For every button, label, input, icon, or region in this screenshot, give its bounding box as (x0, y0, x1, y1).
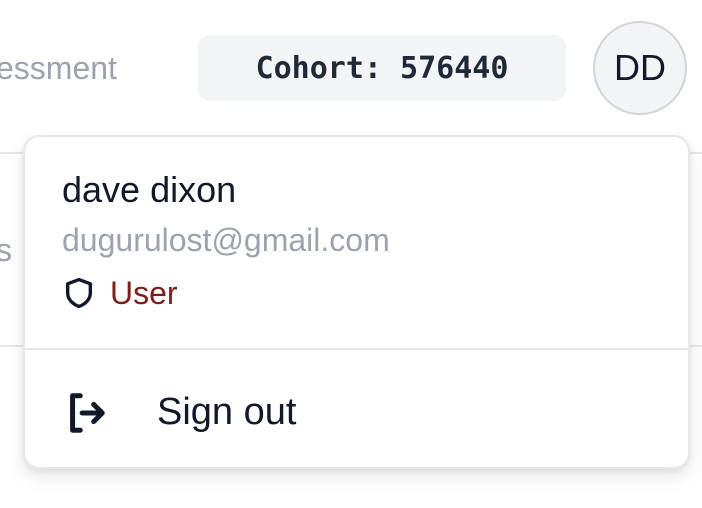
user-email: dugurulost@gmail.com (62, 222, 390, 258)
avatar-button[interactable]: DD (593, 21, 687, 115)
user-role: User (62, 271, 178, 315)
page: essment Cohort: 576440 DD s dave dixon d… (0, 0, 702, 508)
user-name: dave dixon (62, 169, 237, 210)
avatar-initials: DD (614, 47, 666, 88)
nav-link-assessment[interactable]: essment (0, 46, 117, 90)
sign-out-label: Sign out (157, 391, 297, 433)
user-menu-dropdown: dave dixon dugurulost@gmail.com User Sig… (23, 135, 690, 469)
shield-icon (65, 277, 93, 309)
sign-out-button[interactable]: Sign out (25, 350, 688, 467)
cohort-badge: Cohort: 576440 (198, 35, 566, 101)
role-label: User (110, 275, 178, 311)
background-partial-text: s (0, 232, 12, 268)
sign-out-icon (70, 393, 105, 433)
